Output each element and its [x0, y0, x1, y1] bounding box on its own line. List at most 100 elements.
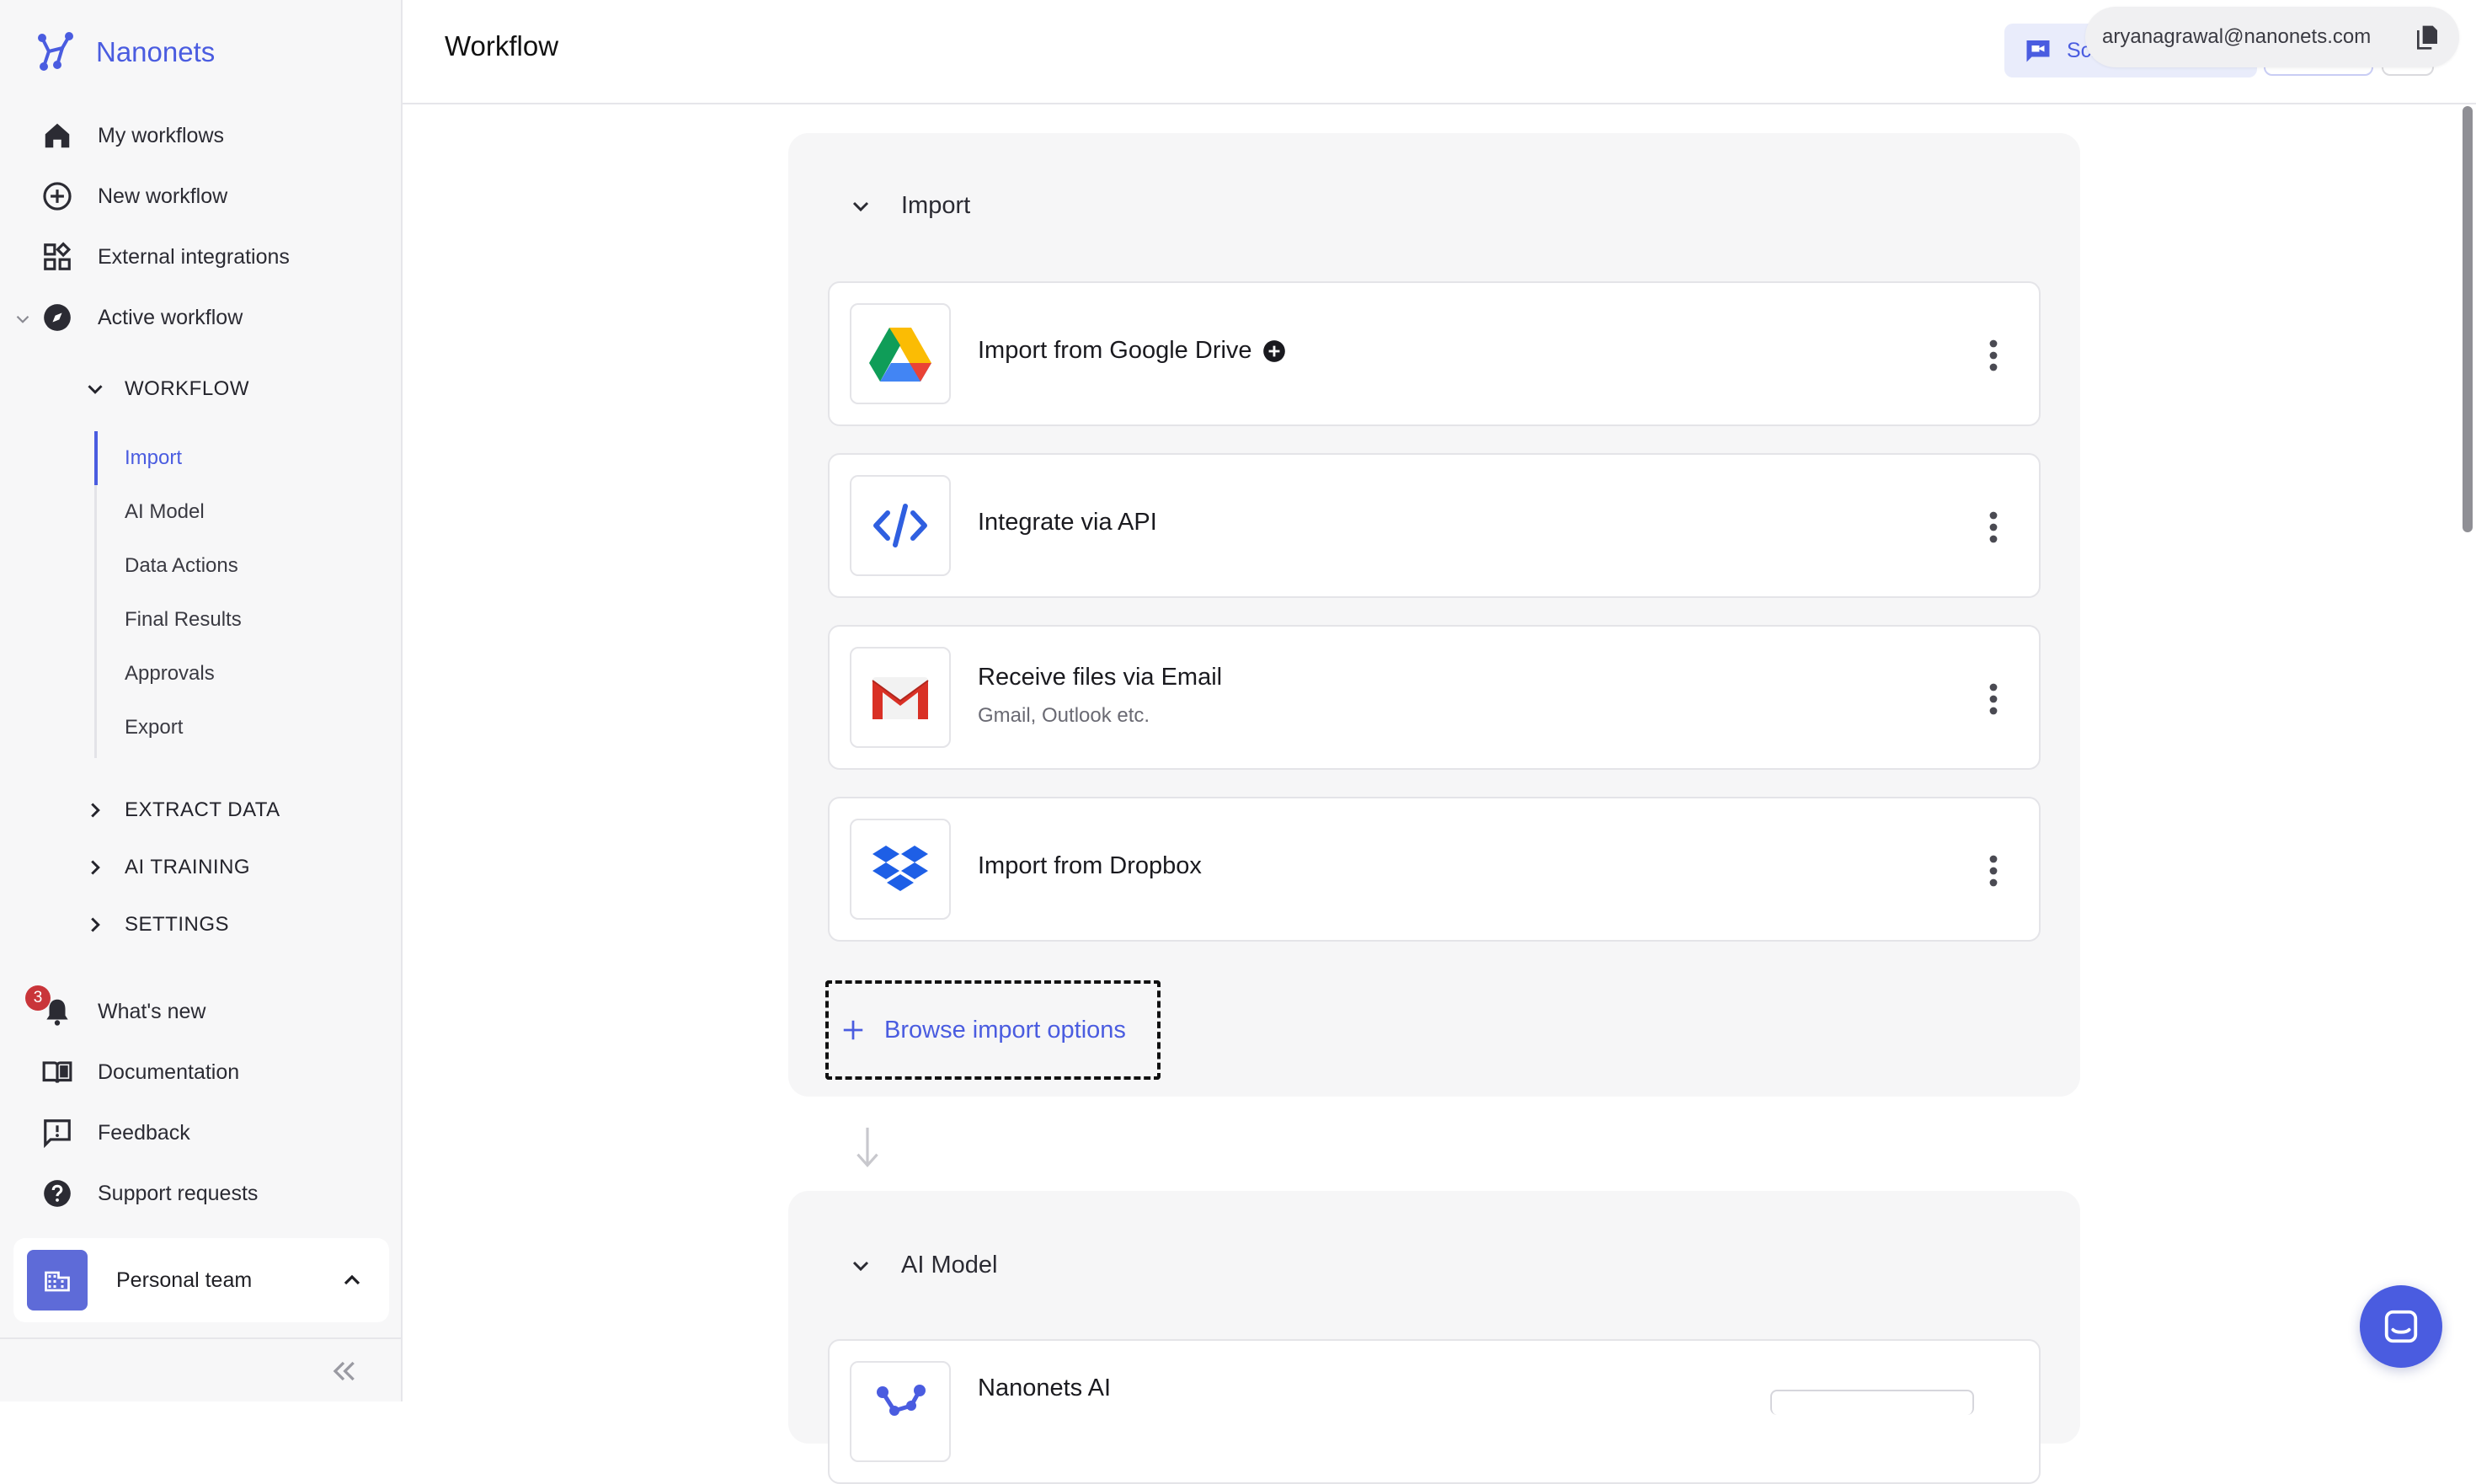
user-email: aryanagrawal@nanonets.com: [2102, 25, 2372, 48]
more-options-icon[interactable]: [1988, 339, 1998, 372]
icon-tile: [850, 647, 951, 748]
chevron-right-icon: [91, 860, 100, 875]
building-icon: [45, 1271, 70, 1292]
nav-label: External integrations: [98, 244, 290, 269]
integrations-grid-icon: [37, 237, 77, 277]
nav-documentation[interactable]: Documentation: [37, 1049, 239, 1095]
card-subtitle: Gmail, Outlook etc.: [978, 704, 1150, 727]
ai-model-action-button[interactable]: [1770, 1390, 1974, 1415]
arrow-down-icon: [856, 1127, 878, 1168]
nanonets-ai-icon: [877, 1385, 926, 1416]
plus-circle-icon: [37, 176, 77, 216]
import-panel: Import Import from Google Drive Integrat…: [788, 133, 2080, 1097]
team-avatar: [27, 1250, 88, 1311]
more-options-icon[interactable]: [1988, 510, 1998, 544]
card-title: Receive files via Email: [978, 664, 1223, 691]
section-label: WORKFLOW: [125, 377, 249, 400]
section-label: AI TRAINING: [125, 856, 251, 878]
sidebar: Nanonets My workflows New workflow Exter…: [0, 0, 403, 1401]
browse-label: Browse import options: [884, 1016, 1126, 1044]
browse-import-options-button[interactable]: Browse import options: [825, 980, 1161, 1080]
nav-active-workflow[interactable]: Active workflow: [37, 295, 243, 340]
chevron-up-icon: [344, 1274, 360, 1285]
import-card-api[interactable]: Integrate via API: [828, 453, 2041, 598]
section-settings[interactable]: SETTINGS: [83, 905, 229, 945]
feedback-icon: [37, 1113, 77, 1153]
sidebar-item-final-results[interactable]: Final Results: [125, 596, 242, 643]
chat-icon: [2384, 1310, 2418, 1343]
section-label: EXTRACT DATA: [125, 798, 280, 821]
card-title-row: Import from Google Drive: [978, 337, 1286, 365]
chevron-down-icon: [852, 1261, 869, 1271]
nav-my-workflows[interactable]: My workflows: [37, 113, 224, 158]
notification-badge: 3: [25, 985, 51, 1011]
card-title: Import from Dropbox: [978, 852, 1202, 879]
home-icon: [37, 115, 77, 156]
sidebar-item-import[interactable]: Import: [125, 435, 182, 482]
help-icon: [37, 1173, 77, 1214]
collapse-sidebar-icon[interactable]: [327, 1354, 360, 1388]
import-card-email[interactable]: Receive files via Email Gmail, Outlook e…: [828, 625, 2041, 770]
google-drive-icon: [869, 328, 931, 382]
nav-label: New workflow: [98, 184, 228, 208]
nav-label: What's new: [98, 999, 206, 1023]
team-name: Personal team: [116, 1268, 253, 1292]
sidebar-item-export[interactable]: Export: [125, 704, 183, 751]
gmail-icon: [872, 677, 929, 719]
card-title: Import from Google Drive: [978, 337, 1252, 364]
nav-label: Active workflow: [98, 305, 243, 329]
plus-icon: [843, 1020, 863, 1040]
section-title: Import: [901, 192, 971, 219]
icon-tile: [850, 303, 951, 404]
chevron-down-icon: [852, 201, 869, 211]
brand-logo[interactable]: Nanonets: [32, 25, 215, 79]
brand-name: Nanonets: [96, 36, 216, 67]
dropbox-icon: [872, 846, 928, 891]
import-card-dropbox[interactable]: Import from Dropbox: [828, 797, 2041, 942]
nav-external-integrations[interactable]: External integrations: [37, 234, 290, 280]
import-section-header[interactable]: Import: [847, 192, 970, 220]
section-title: AI Model: [901, 1252, 998, 1278]
icon-tile: [850, 819, 951, 920]
nav-label: Documentation: [98, 1060, 240, 1084]
more-options-icon[interactable]: [1988, 682, 1998, 716]
card-title: Integrate via API: [978, 509, 1157, 536]
active-indicator: [94, 431, 98, 485]
nav-support-requests[interactable]: Support requests: [37, 1171, 258, 1216]
code-icon: [873, 504, 927, 547]
chevron-right-icon: [91, 917, 100, 932]
copy-icon[interactable]: [2414, 24, 2441, 51]
chevron-down-icon[interactable]: [12, 308, 34, 330]
import-card-google-drive[interactable]: Import from Google Drive: [828, 281, 2041, 426]
user-email-tooltip: aryanagrawal@nanonets.com: [2085, 7, 2459, 67]
section-extract-data[interactable]: EXTRACT DATA: [83, 790, 280, 830]
ai-model-section-header[interactable]: AI Model: [847, 1252, 997, 1279]
sidebar-item-approvals[interactable]: Approvals: [125, 650, 215, 697]
sidebar-item-data-actions[interactable]: Data Actions: [125, 542, 238, 590]
video-chat-icon: [2026, 40, 2050, 62]
section-label: SETTINGS: [125, 913, 230, 936]
nav-feedback[interactable]: Feedback: [37, 1110, 190, 1156]
section-ai-training[interactable]: AI TRAINING: [83, 847, 250, 888]
chat-launcher-button[interactable]: [2360, 1285, 2442, 1368]
nav-new-workflow[interactable]: New workflow: [37, 173, 227, 219]
scrollbar-thumb[interactable]: [2463, 106, 2473, 532]
more-options-icon[interactable]: [1988, 854, 1998, 888]
nav-label: My workflows: [98, 123, 225, 147]
top-header: Workflow Sch aryanagrawal@nanonets.com: [403, 0, 2476, 104]
page-title: Workflow: [445, 30, 559, 61]
chevron-right-icon: [91, 803, 100, 818]
icon-tile: [850, 475, 951, 576]
book-icon: [37, 1052, 77, 1092]
nav-whats-new[interactable]: What's new: [37, 989, 205, 1034]
nav-label: Support requests: [98, 1181, 259, 1205]
nanonets-logo-icon: [38, 32, 73, 71]
sidebar-item-ai-model[interactable]: AI Model: [125, 488, 205, 536]
chevron-down-icon: [88, 385, 103, 394]
compass-icon: [37, 297, 77, 338]
icon-tile: [850, 1361, 951, 1462]
divider: [0, 1337, 403, 1339]
section-workflow[interactable]: WORKFLOW: [83, 369, 249, 409]
team-switcher[interactable]: Personal team: [13, 1238, 389, 1322]
plus-circle-icon: [1262, 339, 1285, 362]
